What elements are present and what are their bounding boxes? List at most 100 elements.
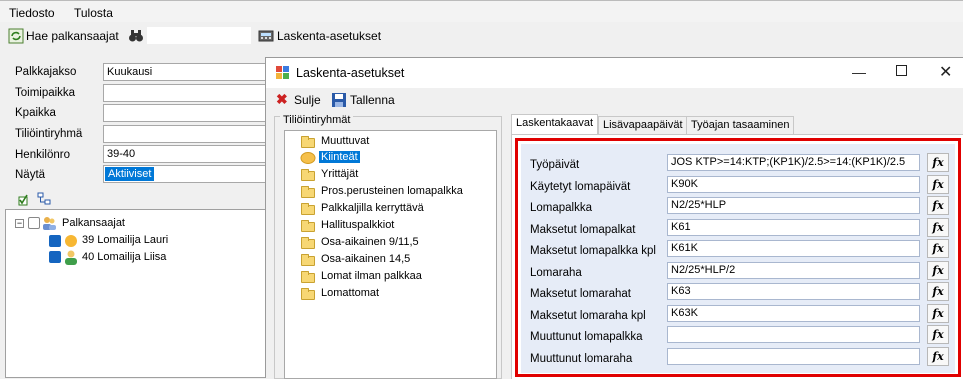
tab-laskentakaavat[interactable]: Laskentakaavat [511, 114, 599, 135]
formula-label: Lomaraha [530, 267, 582, 279]
formula-input[interactable] [667, 348, 920, 365]
fx-button[interactable]: fx [927, 239, 949, 258]
filter-palkkajakso-select[interactable]: Kuukausi [103, 63, 273, 81]
selected-folder-icon [300, 152, 316, 164]
group-item-selected[interactable]: Kiinteät [319, 151, 360, 163]
employee-checkbox[interactable] [49, 251, 61, 263]
filter-nayta-select[interactable]: Aktiiviset [103, 165, 273, 183]
employee-checkbox[interactable] [49, 235, 61, 247]
dialog-toolbar: ✖ Sulje Tallenna [266, 88, 963, 110]
formula-input[interactable]: N2/25*HLP/2 [667, 262, 920, 279]
formula-label: Maksetut lomaraha kpl [530, 310, 646, 322]
fx-button[interactable]: fx [927, 325, 949, 344]
calculation-settings-button[interactable]: Laskenta-asetukset [277, 29, 381, 43]
folder-icon [301, 169, 315, 181]
group-item[interactable]: Lomattomat [321, 287, 379, 299]
search-input[interactable] [146, 26, 252, 45]
fx-button[interactable]: fx [927, 282, 949, 301]
formula-input[interactable]: K90K [667, 176, 920, 193]
formula-label: Lomapalkka [530, 202, 593, 214]
employee-tree[interactable]: − Palkansaajat 39 Lomailija Lauri 40 Lom… [5, 209, 267, 378]
filter-label-kpaikka: Kpaikka [15, 107, 56, 119]
tab-tyoajan-tasaaminen[interactable]: Työajan tasaaminen [686, 116, 795, 134]
fx-button[interactable]: fx [927, 218, 949, 237]
formula-input[interactable]: K63K [667, 305, 920, 322]
people-icon [43, 217, 56, 230]
group-item[interactable]: Hallituspalkkiot [321, 219, 394, 231]
folder-icon [301, 136, 315, 148]
maximize-icon[interactable] [896, 65, 907, 76]
fx-button[interactable]: fx [927, 175, 949, 194]
group-item[interactable]: Lomat ilman palkkaa [321, 270, 422, 282]
filter-kpaikka-select[interactable] [103, 104, 273, 122]
fx-button[interactable]: fx [927, 347, 949, 366]
fx-button[interactable]: fx [927, 304, 949, 323]
search-employees-button[interactable]: Hae palkansaajat [26, 29, 119, 43]
filter-label-tiliointiryhma: Tiliöintiryhmä [15, 128, 83, 140]
minimize-icon[interactable]: — [852, 64, 866, 80]
group-item[interactable]: Pros.perusteinen lomapalkka [321, 185, 463, 197]
groups-label: Tiliöintiryhmät [280, 114, 354, 126]
formula-input[interactable]: K63 [667, 283, 920, 300]
dialog-title: Laskenta-asetukset [296, 66, 405, 80]
filter-label-nayta: Näytä [15, 169, 46, 181]
group-item[interactable]: Osa-aikainen 14,5 [321, 253, 410, 265]
nayta-selected-value: Aktiiviset [105, 167, 155, 181]
tree-view-icon[interactable] [37, 192, 51, 206]
folder-icon [301, 186, 315, 198]
filter-toimipaikka-select[interactable] [103, 84, 273, 102]
filter-label-toimipaikka: Toimipaikka [15, 87, 76, 99]
formula-label: Työpäivät [530, 159, 580, 171]
group-item[interactable]: Muuttuvat [321, 135, 369, 147]
formula-input[interactable] [667, 326, 920, 343]
refresh-icon[interactable] [8, 28, 24, 44]
root-checkbox[interactable] [28, 217, 40, 229]
binoculars-icon[interactable] [128, 28, 144, 44]
folder-icon [301, 203, 315, 215]
fx-button[interactable]: fx [927, 261, 949, 280]
main-toolbar: Hae palkansaajat Laskenta-asetukset [0, 24, 963, 48]
close-x-icon[interactable]: ✖ [276, 91, 288, 108]
formula-input[interactable]: JOS KTP>=14:KTP;(KP1K)/2.5>=14:(KP1K)/2.… [667, 154, 920, 171]
close-window-icon[interactable]: ✕ [939, 62, 952, 82]
settings-calculator-icon[interactable] [258, 28, 274, 44]
group-item[interactable]: Palkkaljilla kerryttävä [321, 202, 424, 214]
calculation-settings-dialog: Laskenta-asetukset — ✕ ✖ Sulje Tallenna … [265, 57, 963, 379]
folder-icon [301, 271, 315, 283]
folder-icon [301, 237, 315, 249]
menu-tulosta[interactable]: Tulosta [74, 6, 113, 20]
save-button[interactable]: Tallenna [350, 93, 395, 107]
filter-label-palkkajakso: Palkkajakso [15, 66, 77, 78]
formula-input[interactable]: K61K [667, 240, 920, 257]
folder-icon [301, 254, 315, 266]
formula-label: Käytetyt lomapäivät [530, 181, 631, 193]
tree-root-label: Palkansaajat [62, 217, 125, 229]
formula-label: Maksetut lomapalkka kpl [530, 245, 656, 257]
close-button[interactable]: Sulje [294, 93, 321, 107]
group-item[interactable]: Osa-aikainen 9/11,5 [321, 236, 419, 248]
group-item[interactable]: Yrittäjät [321, 168, 358, 180]
fx-button[interactable]: fx [927, 153, 949, 172]
tree-item-employee-39[interactable]: 39 Lomailija Lauri [82, 234, 168, 246]
menu-tiedosto[interactable]: Tiedosto [9, 6, 55, 20]
filter-henkilonro-input[interactable]: 39-40 [103, 145, 273, 163]
person-icon [65, 235, 77, 247]
formula-label: Muuttunut lomapalkka [530, 331, 643, 343]
filter-tiliointiryhma-select[interactable] [103, 125, 273, 143]
folder-icon [301, 220, 315, 232]
tree-item-employee-40[interactable]: 40 Lomailija Liisa [82, 251, 166, 263]
formula-input[interactable]: K61 [667, 219, 920, 236]
tree-collapse-toggle[interactable]: − [15, 219, 24, 228]
person-icon [65, 250, 77, 265]
tab-lisavapaapaivat[interactable]: Lisävapaapäivät [598, 116, 688, 134]
menubar: Tiedosto Tulosta [0, 0, 963, 22]
formula-input[interactable]: N2/25*HLP [667, 197, 920, 214]
formula-label: Muuttunut lomaraha [530, 353, 633, 365]
fx-button[interactable]: fx [927, 196, 949, 215]
check-all-icon[interactable] [18, 192, 32, 206]
save-disk-icon[interactable] [332, 93, 346, 107]
formula-label: Maksetut lomarahat [530, 288, 631, 300]
dialog-titlebar: Laskenta-asetukset — ✕ [266, 58, 963, 88]
app-icon [276, 66, 289, 79]
filter-label-henkilonro: Henkilönro [15, 149, 70, 161]
